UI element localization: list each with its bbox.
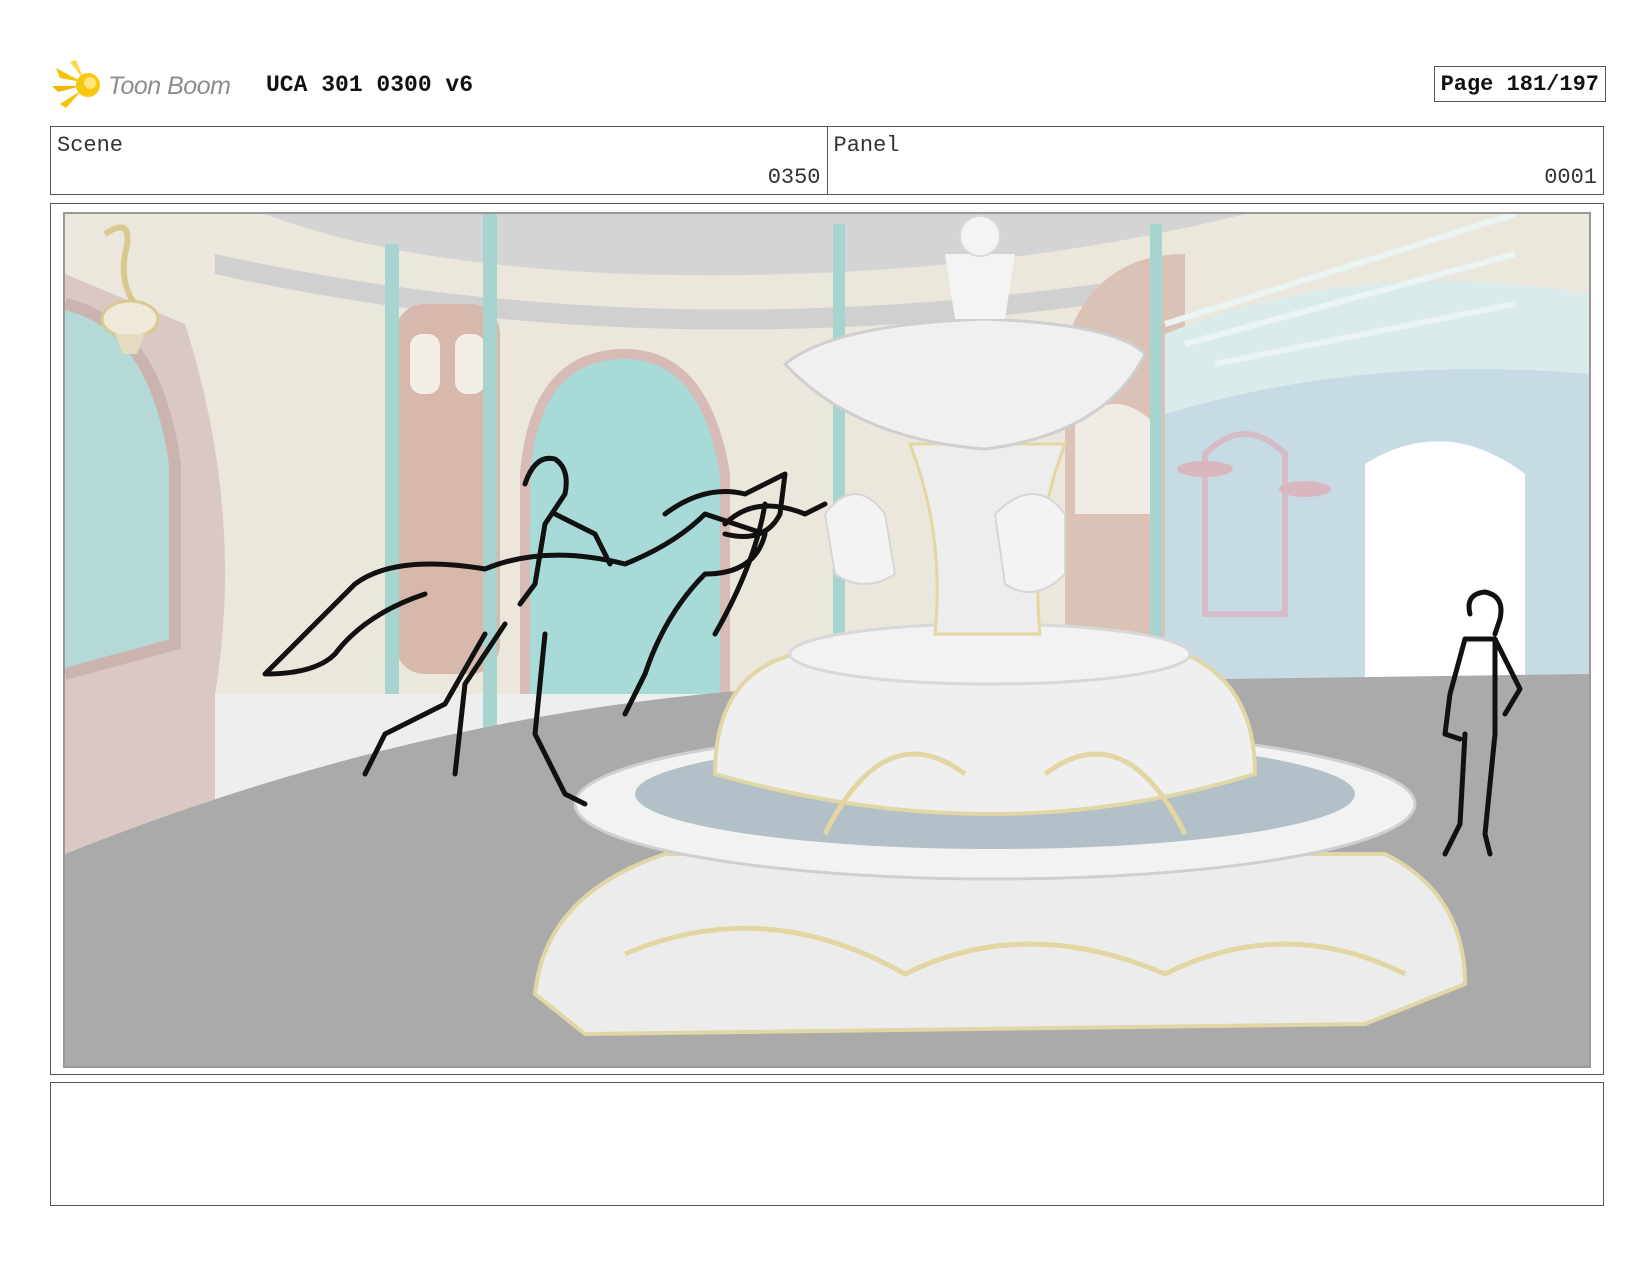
document-title: UCA 301 0300 v6 [266,72,474,98]
scene-number: 0350 [767,165,821,190]
panel-number: 0001 [1544,165,1597,190]
panel-label: Panel [833,133,900,158]
page-number: Page 181/197 [1433,66,1606,102]
scene-panel-info: Scene 0350 Panel 0001 [50,126,1604,195]
panel-notes-box [50,1082,1604,1206]
storyboard-panel-frame [50,203,1604,1075]
logo-text: Toon Boom [108,72,231,100]
panel-cell: Panel 0001 [826,127,1604,194]
star-burst-icon [52,60,100,108]
scene-label: Scene [57,133,124,158]
toon-boom-logo: Toon Boom [52,60,252,112]
page-header: Toon Boom UCA 301 0300 v6 Page 181/197 [52,56,1606,116]
fountain-plaza-scene [65,214,1589,1066]
scene-cell: Scene 0350 [51,127,827,194]
storyboard-panel-image [63,212,1591,1068]
